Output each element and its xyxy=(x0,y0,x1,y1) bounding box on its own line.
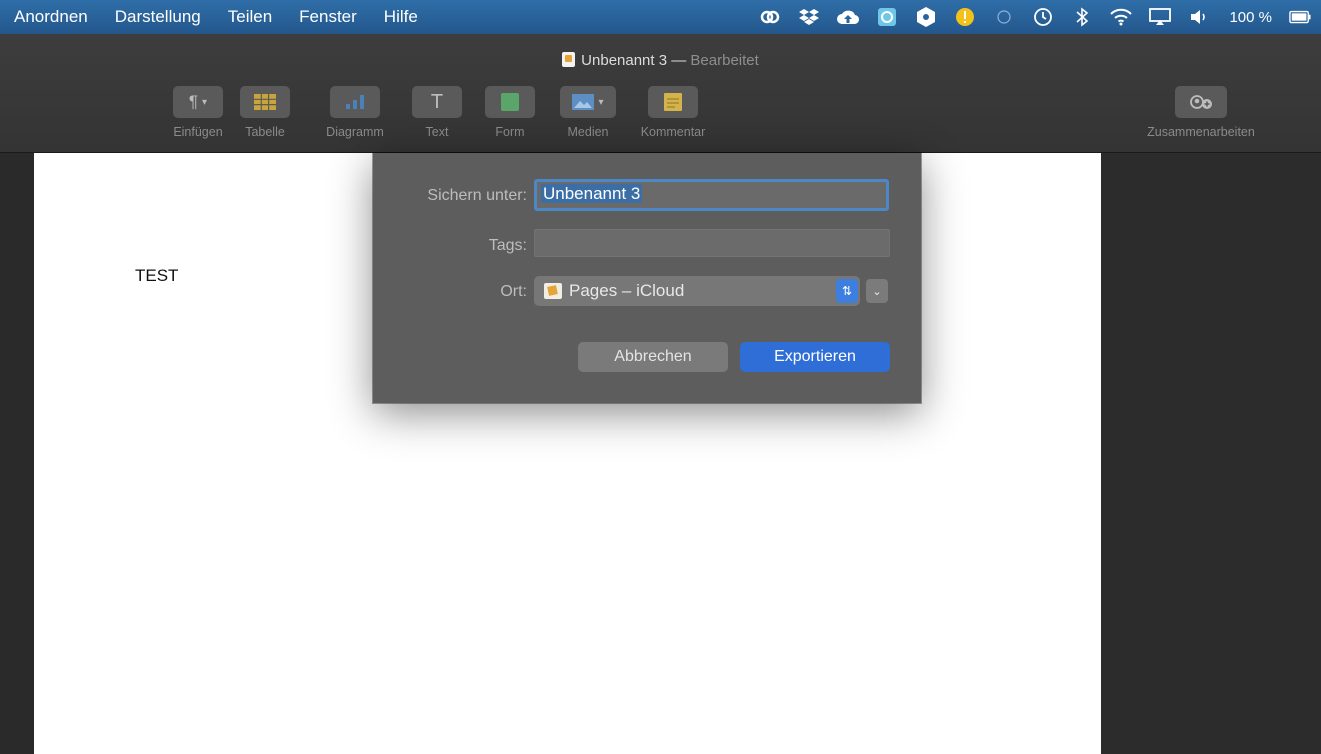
window-toolbar: Unbenannt 3 — Bearbeitet ¶ ▾ Einfügen Tab… xyxy=(0,34,1321,153)
menu-darstellung[interactable]: Darstellung xyxy=(115,7,201,27)
toolbar-shape[interactable]: Form xyxy=(480,86,540,139)
document-icon xyxy=(562,52,576,67)
menu-fenster[interactable]: Fenster xyxy=(299,7,357,27)
tags-input[interactable] xyxy=(534,229,890,257)
dropbox-icon[interactable] xyxy=(798,7,820,27)
expand-dialog-button[interactable]: ⌄ xyxy=(866,279,888,303)
cancel-button[interactable]: Abbrechen xyxy=(578,342,728,372)
toolbar-shape-label: Form xyxy=(495,125,525,139)
left-gutter xyxy=(0,153,34,754)
save-as-value[interactable]: Unbenannt 3 xyxy=(541,184,643,203)
save-as-input[interactable]: Unbenannt 3 xyxy=(534,179,889,211)
export-dialog: Sichern unter: Unbenannt 3 Tags: Ort: Pa… xyxy=(373,153,921,403)
toolbar-media-label: Medien xyxy=(567,125,609,139)
toolbar-text[interactable]: T Text xyxy=(407,86,467,139)
sync-icon[interactable] xyxy=(915,7,937,27)
chevron-updown-icon[interactable]: ⇅ xyxy=(836,279,858,303)
menu-bar: Anordnen Darstellung Teilen Fenster Hilf… xyxy=(0,0,1321,34)
toolbar-comment[interactable]: Kommentar xyxy=(629,86,717,139)
window-title: Unbenannt 3 — Bearbeitet xyxy=(0,52,1321,69)
toolbar-insert[interactable]: ¶ ▾ Einfügen xyxy=(165,86,231,139)
app-menus: Anordnen Darstellung Teilen Fenster Hilf… xyxy=(14,0,418,34)
location-label: Ort: xyxy=(500,283,527,300)
edit-status: Bearbeitet xyxy=(690,52,759,69)
toolbar-chart-label: Diagramm xyxy=(326,125,384,139)
toolbar-media[interactable]: ▾ Medien xyxy=(555,86,621,139)
toolbar-table[interactable]: Tabelle xyxy=(235,86,295,139)
toolbar-text-label: Text xyxy=(425,125,449,139)
document-body-text[interactable]: TEST xyxy=(135,266,178,286)
volume-icon[interactable] xyxy=(1188,7,1210,27)
airplay-icon[interactable] xyxy=(1149,7,1172,27)
pages-folder-icon xyxy=(544,283,562,299)
moon-icon[interactable] xyxy=(993,7,1015,27)
shape-icon[interactable] xyxy=(485,86,535,118)
status-menus: 100 % xyxy=(759,0,1311,34)
app-icon[interactable] xyxy=(876,7,898,27)
text-icon[interactable]: T xyxy=(412,86,462,118)
toolbar-collaborate-label: Zusammenarbeiten xyxy=(1147,125,1255,139)
menu-teilen[interactable]: Teilen xyxy=(228,7,272,27)
toolbar-insert-label: Einfügen xyxy=(173,125,223,139)
menu-hilfe[interactable]: Hilfe xyxy=(384,7,418,27)
table-icon[interactable] xyxy=(240,86,290,118)
bluetooth-icon[interactable] xyxy=(1071,7,1093,27)
creative-cloud-icon[interactable] xyxy=(759,7,781,27)
document-name[interactable]: Unbenannt 3 xyxy=(581,52,667,69)
battery-percentage[interactable]: 100 % xyxy=(1229,9,1272,26)
location-value: Pages – iCloud xyxy=(569,281,685,300)
toolbar-chart[interactable]: Diagramm xyxy=(316,86,394,139)
format-sidebar xyxy=(1101,153,1321,754)
chart-icon[interactable] xyxy=(330,86,380,118)
notification-icon[interactable] xyxy=(954,7,976,27)
wifi-icon[interactable] xyxy=(1110,7,1133,27)
save-as-label: Sichern unter: xyxy=(427,187,527,204)
cloud-upload-icon[interactable] xyxy=(837,7,860,27)
toolbar-comment-label: Kommentar xyxy=(640,125,706,139)
chevron-down-icon: ⌄ xyxy=(872,285,882,298)
toolbar-collaborate[interactable]: Zusammenarbeiten xyxy=(1121,86,1281,139)
collaborate-icon[interactable] xyxy=(1175,86,1227,118)
location-select[interactable]: Pages – iCloud ⇅ xyxy=(534,276,860,306)
tags-label: Tags: xyxy=(488,237,527,254)
comment-icon[interactable] xyxy=(648,86,698,118)
menu-anordnen[interactable]: Anordnen xyxy=(14,7,88,27)
media-icon[interactable]: ▾ xyxy=(560,86,616,118)
battery-icon[interactable] xyxy=(1289,7,1311,27)
time-machine-icon[interactable] xyxy=(1032,7,1054,27)
toolbar-table-label: Tabelle xyxy=(245,125,285,139)
paragraph-icon[interactable]: ¶ ▾ xyxy=(173,86,223,118)
title-separator: — xyxy=(671,52,687,69)
export-button[interactable]: Exportieren xyxy=(740,342,890,372)
